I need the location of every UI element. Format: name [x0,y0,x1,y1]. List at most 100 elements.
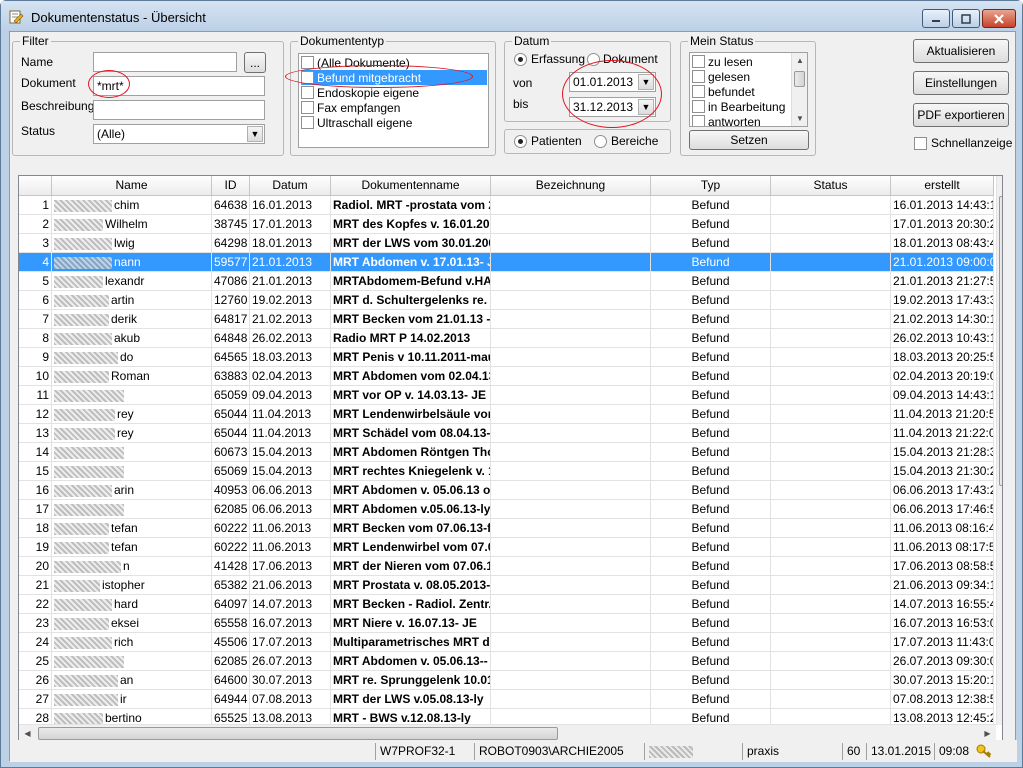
doctype-checkbox[interactable] [301,56,314,69]
table-row[interactable]: 15 65069 15.04.2013 MRT rechtes Kniegelenk … [19,462,994,481]
aktualisieren-button[interactable]: Aktualisieren [913,39,1009,63]
scroll-up-icon[interactable]: ▲ [997,176,1003,193]
cell-id: 65059 [212,386,250,404]
cell-status [771,424,891,442]
status-item[interactable]: gelesen [692,69,790,84]
status-item[interactable]: befundet [692,84,790,99]
table-row[interactable]: 16 arin 40953 06.06.2013 MRT Abdomen v. 05.0… [19,481,994,500]
table-row[interactable]: 22 hard 64097 14.07.2013 MRT Becken - Radiol… [19,595,994,614]
cell-name: an [52,671,212,689]
beschreibung-input[interactable] [93,100,265,120]
name-browse-button[interactable]: ... [244,52,266,73]
status-checkbox[interactable] [692,85,705,98]
patienten-radio[interactable] [514,135,527,148]
column-header-status[interactable]: Status [771,176,891,196]
column-header-id[interactable]: ID [212,176,250,196]
cell-n: 18 [19,519,52,537]
maximize-button[interactable] [952,9,980,28]
cell-erstellt: 16.07.2013 16:53:09 [893,614,994,632]
grid-body[interactable]: 1 chim 64638 16.01.2013 Radiol. MRT -prostat… [19,196,994,728]
scroll-down-icon[interactable]: ▼ [792,111,807,126]
table-row[interactable]: 27 ir 64944 07.08.2013 MRT der LWS v.05.08.1… [19,690,994,709]
einstellungen-button[interactable]: Einstellungen [913,71,1009,95]
table-row[interactable]: 19 tefan 60222 11.06.2013 MRT Lendenwirbel v… [19,538,994,557]
setzen-button[interactable]: Setzen [689,130,809,150]
status-checkbox[interactable] [692,115,705,126]
status-select[interactable]: (Alle) ▼ [93,124,265,144]
doctype-checkbox[interactable] [301,101,314,114]
horizontal-scrollbar[interactable]: ◀ ▶ [19,724,996,740]
cell-doc: MRT der LWS vom 30.01.2006 [333,234,491,252]
cell-name-text: do [120,350,134,364]
column-header-dokumentenname[interactable]: Dokumentenname [331,176,491,196]
table-row[interactable]: 8 akub 64848 26.02.2013 Radio MRT P 14.02.20… [19,329,994,348]
vertical-scrollbar[interactable]: ▲ ▼ [996,176,1003,725]
mein-status-scrollbar[interactable]: ▲ ▼ [791,53,807,126]
column-header-typ[interactable]: Typ [651,176,771,196]
erfassung-radio[interactable] [514,53,527,66]
schnellanzeige-checkbox[interactable] [914,137,927,150]
doctype-item[interactable]: Ultraschall eigene [301,115,487,130]
table-row[interactable]: 6 artin 12760 19.02.2013 MRT d. Schultergele… [19,291,994,310]
table-row[interactable]: 4 nann 59577 21.01.2013 MRT Abdomen v. 17.01… [19,253,994,272]
column-header-name[interactable]: Name [52,176,212,196]
status-checkbox[interactable] [692,100,705,113]
scroll-up-icon[interactable]: ▲ [792,53,807,68]
name-label: Name [21,55,54,69]
column-header-rownum[interactable] [19,176,52,196]
table-row[interactable]: 14 60673 15.04.2013 MRT Abdomen Röntgen Tho… [19,443,994,462]
cell-bez [491,690,651,708]
table-row[interactable]: 10 Roman 63883 02.04.2013 MRT Abdomen vom 02… [19,367,994,386]
status-checkbox[interactable] [692,70,705,83]
table-row[interactable]: 2 Wilhelm 38745 17.01.2013 MRT des Kopfes v.… [19,215,994,234]
name-input[interactable] [93,52,237,72]
status-checkbox[interactable] [692,55,705,68]
status-item[interactable]: in Bearbeitung [692,99,790,114]
table-row[interactable]: 5 lexandr 47086 21.01.2013 MRTAbdomem-Befund… [19,272,994,291]
table-row[interactable]: 21 istopher 65382 21.06.2013 MRT Prostata v.… [19,576,994,595]
column-header-datum[interactable]: Datum [250,176,331,196]
scroll-right-icon[interactable]: ▶ [979,725,996,740]
chevron-down-icon[interactable]: ▼ [247,126,263,142]
table-row[interactable]: 20 n 41428 17.06.2013 MRT der Nieren vom 07.… [19,557,994,576]
bereiche-radio[interactable] [594,135,607,148]
column-header-erstellt[interactable]: erstellt [891,176,994,196]
table-row[interactable]: 7 derik 64817 21.02.2013 MRT Becken vom 21.0… [19,310,994,329]
table-row[interactable]: 1 chim 64638 16.01.2013 Radiol. MRT -prostat… [19,196,994,215]
table-row[interactable]: 11 65059 09.04.2013 MRT vor OP v. 14.03.13-… [19,386,994,405]
table-row[interactable]: 17 62085 06.06.2013 MRT Abdomen v.05.06.13-… [19,500,994,519]
horizontal-scroll-thumb[interactable] [38,727,558,740]
doctype-checkbox[interactable] [301,86,314,99]
cell-id: 64848 [212,329,250,347]
table-row[interactable]: 23 eksei 65558 16.07.2013 MRT Niere v. 16.07… [19,614,994,633]
title-bar[interactable]: Dokumentenstatus - Übersicht [1,1,1022,31]
minimize-button[interactable] [922,9,950,28]
table-row[interactable]: 12 rey 65044 11.04.2013 MRT Lendenwirbelsäul… [19,405,994,424]
mein-status-list[interactable]: zu lesen gelesen befundet in Bearbeitung… [689,52,808,127]
vertical-scroll-thumb[interactable] [999,196,1002,486]
column-header-bezeichnung[interactable]: Bezeichnung [491,176,651,196]
table-row[interactable]: 26 an 64600 30.07.2013 MRT re. Sprunggelenk … [19,671,994,690]
scroll-down-icon[interactable]: ▼ [997,708,1003,725]
scroll-thumb[interactable] [794,71,805,87]
table-row[interactable]: 24 rich 45506 17.07.2013 Multiparametrisches… [19,633,994,652]
doctype-checkbox[interactable] [301,116,314,129]
table-row[interactable]: 3 lwig 64298 18.01.2013 MRT der LWS vom 30.0… [19,234,994,253]
cell-status [771,462,891,480]
status-count: 60 [842,743,864,760]
table-row[interactable]: 13 rey 65044 11.04.2013 MRT Schädel vom 08.0… [19,424,994,443]
table-row[interactable]: 18 tefan 60222 11.06.2013 MRT Becken vom 07.… [19,519,994,538]
documents-grid[interactable]: Name ID Datum Dokumentenname Bezeichnung Typ S… [18,175,1003,741]
close-button[interactable] [982,9,1016,28]
cell-datum: 11.06.2013 [250,538,331,556]
table-row[interactable]: 9 do 64565 18.03.2013 MRT Penis v 10.11.2011… [19,348,994,367]
table-row[interactable]: 25 62085 26.07.2013 MRT Abdomen v. 05.06.13… [19,652,994,671]
cell-typ: Befund [651,405,771,423]
doctype-item[interactable]: Fax empfangen [301,100,487,115]
cell-name: lwig [52,234,212,252]
status-item[interactable]: zu lesen [692,54,790,69]
cell-bez [491,196,651,214]
pdf-export-button[interactable]: PDF exportieren [913,103,1009,127]
scroll-left-icon[interactable]: ◀ [19,725,36,740]
status-item[interactable]: antworten [692,114,790,126]
